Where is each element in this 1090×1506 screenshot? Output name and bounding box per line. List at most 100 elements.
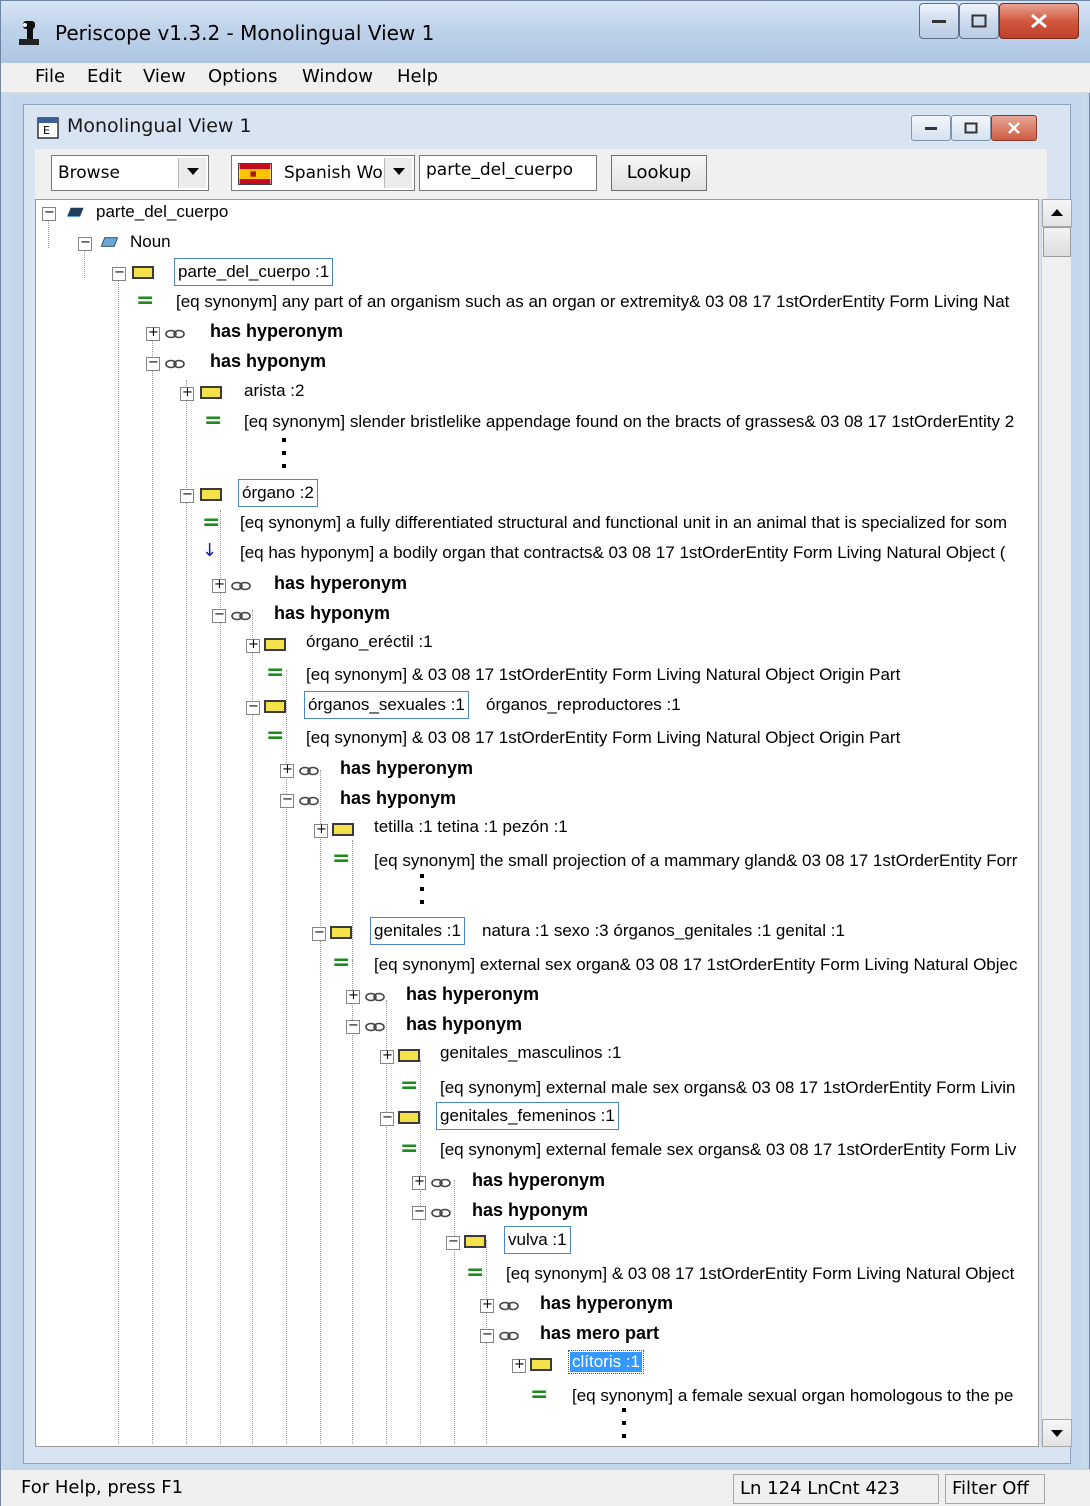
- word-input[interactable]: parte_del_cuerpo: [419, 155, 597, 191]
- mode-dropdown-button[interactable]: [178, 158, 206, 188]
- synset-genitales-femeninos[interactable]: genitales_femeninos :1: [436, 1102, 619, 1130]
- relation-link-icon: [365, 1022, 385, 1032]
- collapse-toggle[interactable]: −: [346, 1018, 360, 1034]
- menu-edit[interactable]: Edit: [87, 66, 122, 87]
- status-bar: For Help, press F1 Ln 124 LnCnt 423 Filt…: [1, 1469, 1090, 1506]
- collapse-toggle[interactable]: −: [380, 1110, 394, 1126]
- maximize-icon: [971, 14, 987, 28]
- synset-clitoris-selected[interactable]: clítoris :1: [567, 1350, 645, 1374]
- definition-text: [eq synonym] a fully differentiated stru…: [240, 513, 1007, 532]
- synset-tetilla[interactable]: tetilla :1 tetina :1 pezón :1: [374, 817, 568, 837]
- relation-has-hyponym[interactable]: has hyponym: [406, 1014, 522, 1035]
- relation-has-hyperonym[interactable]: has hyperonym: [210, 321, 343, 342]
- synonym-equals-icon: =: [204, 408, 223, 433]
- menu-help[interactable]: Help: [397, 66, 438, 87]
- synset-icon: [464, 1235, 486, 1248]
- expand-toggle[interactable]: +: [512, 1357, 526, 1373]
- definition-text: [eq synonym] a female sexual organ homol…: [572, 1386, 1014, 1405]
- synset-genitales-masculinos[interactable]: genitales_masculinos :1: [440, 1043, 621, 1063]
- mode-select[interactable]: Browse: [51, 155, 209, 191]
- close-icon: [1008, 122, 1020, 134]
- menu-file[interactable]: File: [35, 66, 65, 87]
- collapse-toggle[interactable]: −: [480, 1327, 494, 1343]
- collapse-toggle[interactable]: −: [412, 1204, 426, 1220]
- spanish-flag-icon: [238, 163, 272, 185]
- svg-text:E: E: [43, 124, 50, 137]
- menu-options[interactable]: Options: [208, 66, 277, 87]
- synset-tree-view[interactable]: − parte_del_cuerpo − Noun − parte_del_cu…: [35, 199, 1039, 1447]
- collapse-toggle[interactable]: −: [180, 487, 194, 503]
- expand-toggle[interactable]: +: [180, 385, 194, 401]
- close-button[interactable]: [999, 3, 1079, 39]
- menu-view[interactable]: View: [143, 66, 186, 87]
- expand-toggle[interactable]: +: [380, 1048, 394, 1064]
- relation-has-hyponym[interactable]: has hyponym: [340, 788, 456, 809]
- minimize-button[interactable]: [919, 3, 959, 39]
- relation-has-hyperonym[interactable]: has hyperonym: [274, 573, 407, 594]
- vertical-scrollbar[interactable]: [1041, 199, 1072, 1447]
- synonym-equals-icon: =: [332, 846, 351, 871]
- part-of-speech[interactable]: Noun: [130, 232, 171, 252]
- child-close-button[interactable]: [991, 115, 1037, 141]
- relation-has-mero-part[interactable]: has mero part: [540, 1323, 659, 1344]
- collapse-toggle[interactable]: −: [446, 1234, 460, 1250]
- synset-arista[interactable]: arista :2: [244, 381, 304, 401]
- expand-toggle[interactable]: +: [280, 762, 294, 778]
- synset-organo[interactable]: órgano :2: [238, 479, 318, 507]
- definition-text: [eq synonym] & 03 08 17 1stOrderEntity F…: [306, 665, 901, 684]
- relation-link-icon: [499, 1301, 519, 1311]
- scroll-thumb[interactable]: [1043, 227, 1071, 257]
- scroll-down-button[interactable]: [1042, 1419, 1072, 1447]
- relation-has-hyperonym[interactable]: has hyperonym: [340, 758, 473, 779]
- main-window: Periscope v1.3.2 - Monolingual View 1 Fi…: [0, 0, 1090, 1506]
- root-word[interactable]: parte_del_cuerpo: [96, 202, 228, 222]
- relation-has-hyponym[interactable]: has hyponym: [472, 1200, 588, 1221]
- collapse-toggle[interactable]: −: [42, 205, 56, 221]
- synonym-equals-icon: =: [202, 510, 221, 535]
- menu-window[interactable]: Window: [302, 66, 373, 87]
- synset-synonyms[interactable]: natura :1 sexo :3 órganos_genitales :1 g…: [482, 921, 845, 941]
- chevron-down-icon: [1051, 1430, 1063, 1437]
- more-items-ellipsis: [622, 1408, 628, 1446]
- synset-parte-del-cuerpo[interactable]: parte_del_cuerpo :1: [173, 258, 334, 286]
- expand-toggle[interactable]: +: [412, 1174, 426, 1190]
- synonym-organos-reproductores[interactable]: órganos_reproductores :1: [486, 695, 681, 715]
- definition-text: [eq synonym] any part of an organism suc…: [176, 292, 1010, 311]
- expand-toggle[interactable]: +: [146, 325, 160, 341]
- word-book-icon: [67, 207, 84, 218]
- relation-has-hyperonym[interactable]: has hyperonym: [406, 984, 539, 1005]
- collapse-toggle[interactable]: −: [212, 607, 226, 623]
- relation-has-hyponym[interactable]: has hyponym: [274, 603, 390, 624]
- collapse-toggle[interactable]: −: [280, 792, 294, 808]
- relation-has-hyperonym[interactable]: has hyperonym: [472, 1170, 605, 1191]
- status-filter: Filter Off: [945, 1474, 1045, 1504]
- child-maximize-button[interactable]: [951, 115, 991, 141]
- child-minimize-button[interactable]: [911, 115, 951, 141]
- scroll-up-button[interactable]: [1042, 199, 1072, 227]
- expand-toggle[interactable]: +: [212, 577, 226, 593]
- definition-text: [eq synonym] external sex organ& 03 08 1…: [374, 955, 1018, 974]
- expand-toggle[interactable]: +: [346, 988, 360, 1004]
- synset-vulva[interactable]: vulva :1: [504, 1226, 571, 1254]
- relation-has-hyperonym[interactable]: has hyperonym: [540, 1293, 673, 1314]
- collapse-toggle[interactable]: −: [246, 699, 260, 715]
- language-select[interactable]: Spanish Wo: [231, 155, 415, 191]
- synset-icon: [398, 1111, 420, 1124]
- maximize-button[interactable]: [959, 3, 999, 39]
- collapse-toggle[interactable]: −: [146, 355, 160, 371]
- language-dropdown-button[interactable]: [384, 158, 412, 188]
- expand-toggle[interactable]: +: [246, 637, 260, 653]
- expand-toggle[interactable]: +: [314, 822, 328, 838]
- collapse-toggle[interactable]: −: [312, 925, 326, 941]
- synset-genitales[interactable]: genitales :1: [370, 917, 465, 945]
- relation-has-hyponym[interactable]: has hyponym: [210, 351, 326, 372]
- lookup-button[interactable]: Lookup: [611, 155, 707, 191]
- synset-organos-sexuales[interactable]: órganos_sexuales :1: [304, 691, 469, 719]
- collapse-toggle[interactable]: −: [78, 235, 92, 251]
- collapse-toggle[interactable]: −: [112, 265, 126, 281]
- synset-organo-erectil[interactable]: órgano_eréctil :1: [306, 632, 433, 652]
- synonym-equals-icon: =: [400, 1073, 419, 1098]
- maximize-icon: [964, 122, 978, 134]
- expand-toggle[interactable]: +: [480, 1297, 494, 1313]
- title-bar[interactable]: Periscope v1.3.2 - Monolingual View 1: [1, 1, 1090, 63]
